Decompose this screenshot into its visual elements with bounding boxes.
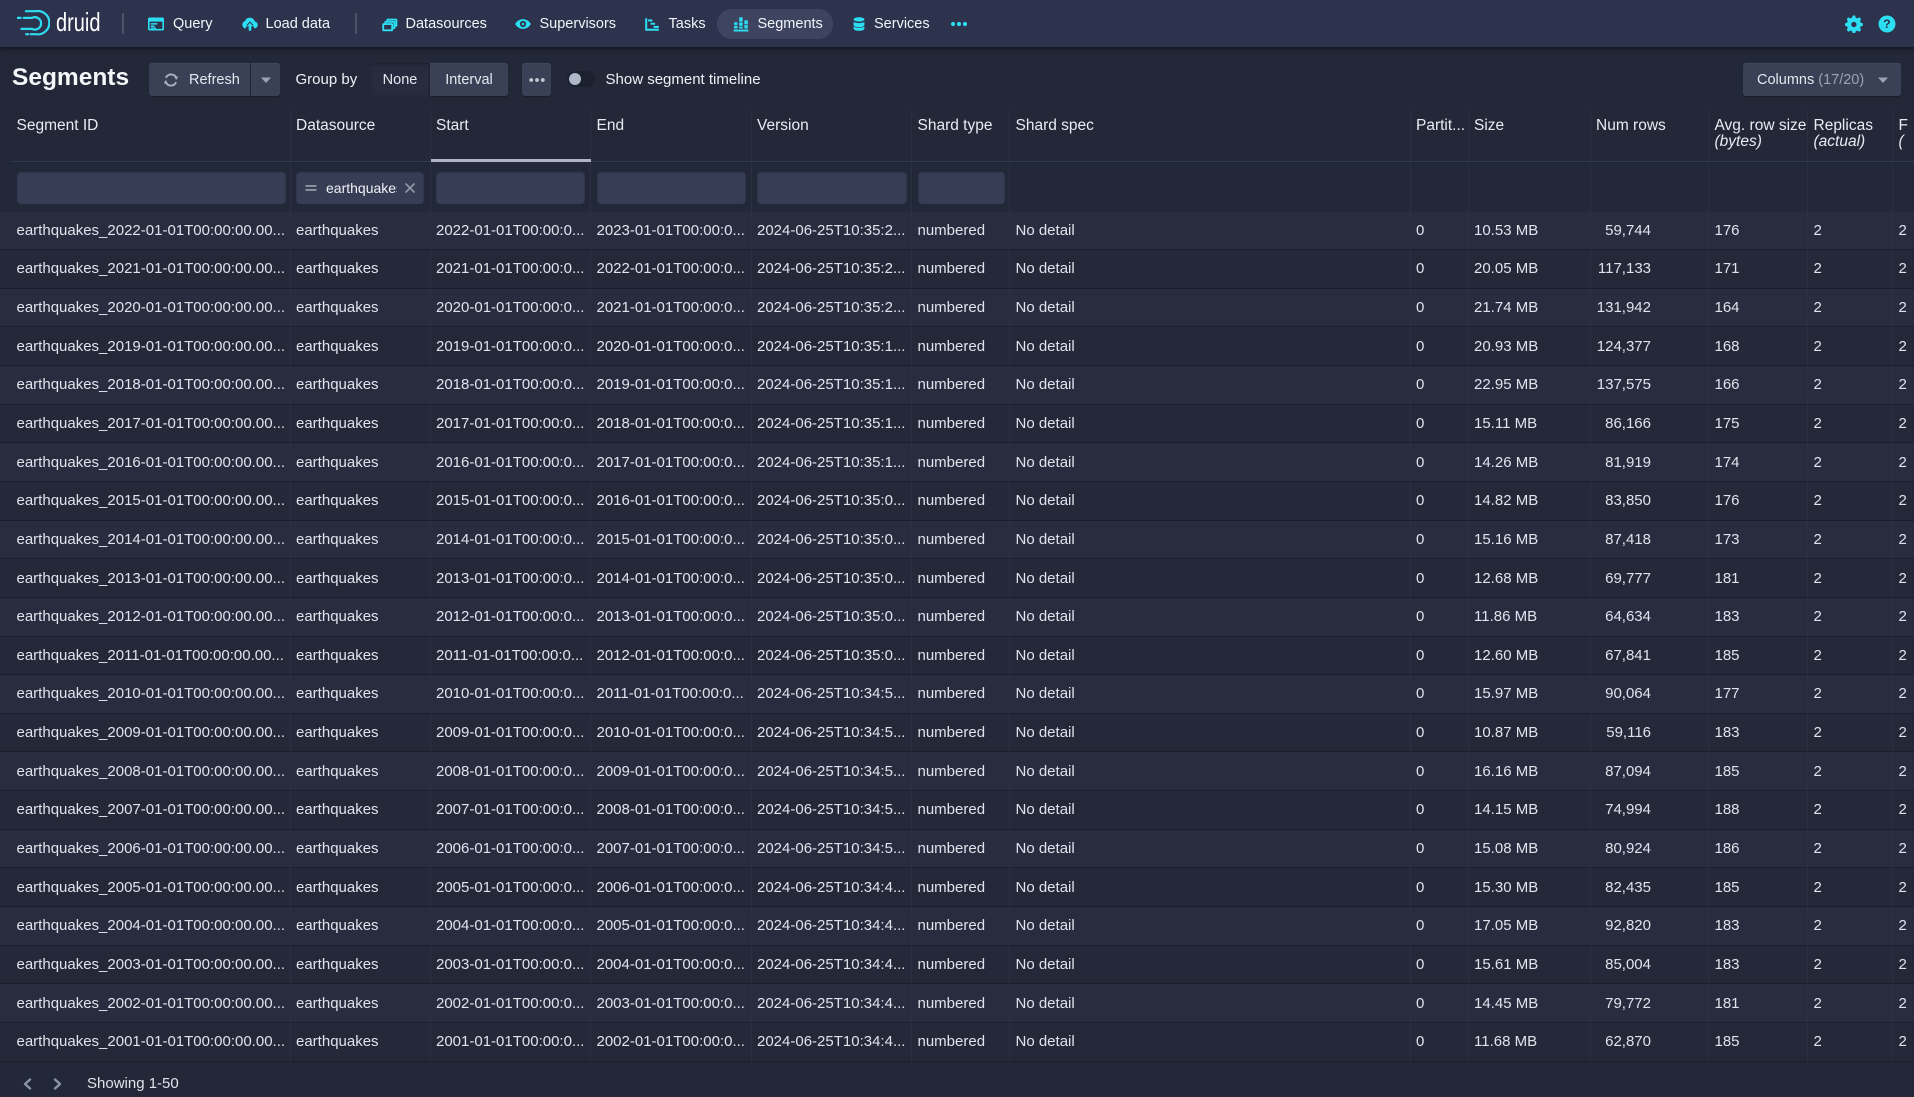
svg-text:?: ?: [1883, 17, 1890, 31]
